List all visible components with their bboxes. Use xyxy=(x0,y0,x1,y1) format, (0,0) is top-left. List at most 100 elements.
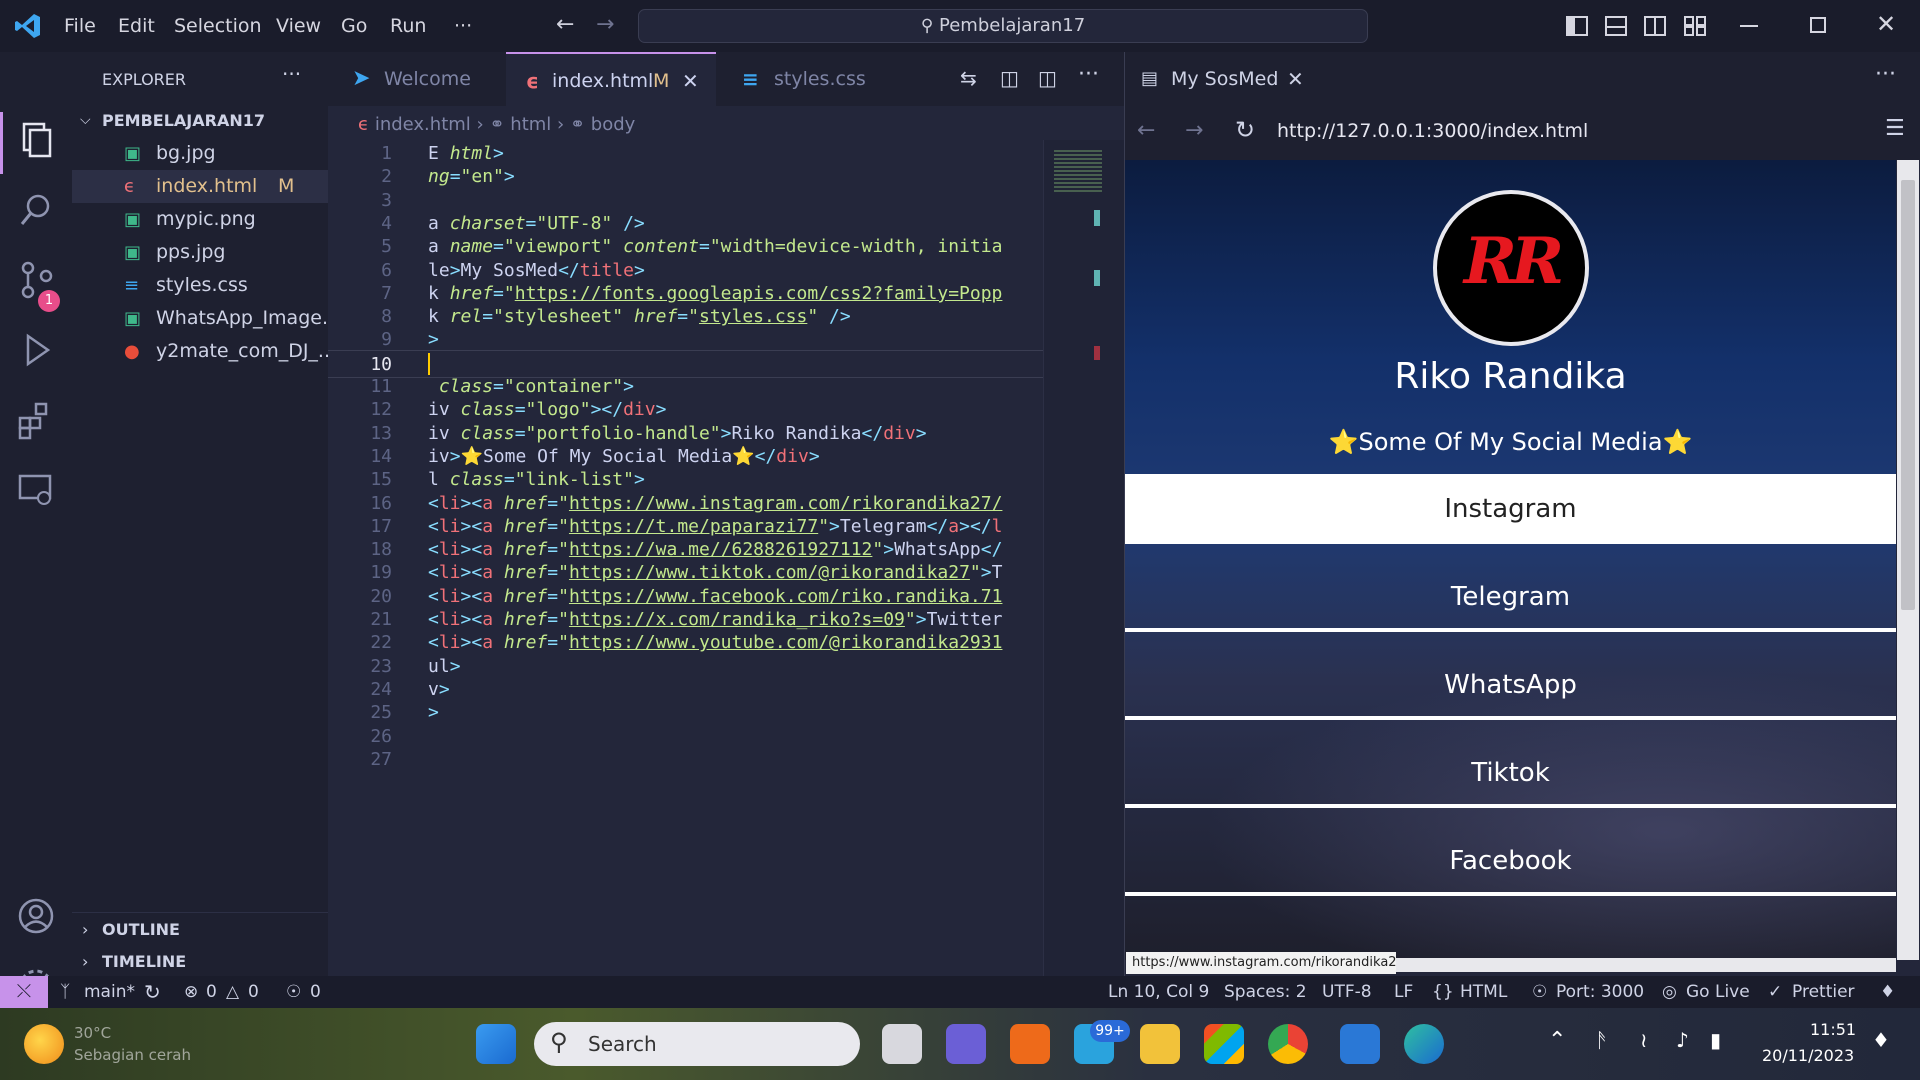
close-tab-icon[interactable]: ✕ xyxy=(682,54,699,108)
search-icon[interactable] xyxy=(14,188,58,232)
code-line[interactable]: 27 xyxy=(328,746,1043,774)
file-item[interactable]: ▣ pps.jpg xyxy=(72,236,328,269)
extensions-icon[interactable] xyxy=(14,398,58,442)
customize-layout-icon[interactable] xyxy=(1684,16,1706,36)
social-link-facebook[interactable]: Facebook xyxy=(1125,826,1896,896)
command-center[interactable]: ⚲ Pembelajaran17 xyxy=(638,9,1368,43)
go-live[interactable]: Go Live xyxy=(1686,976,1750,1008)
chrome-icon[interactable] xyxy=(1268,1024,1308,1064)
notifications-bell-icon[interactable]: ♦ xyxy=(1880,976,1895,1008)
cursor-position[interactable]: Ln 10, Col 9 xyxy=(1108,976,1209,1008)
taskbar-search[interactable]: ⚲ Search xyxy=(534,1022,860,1066)
task-view-icon[interactable] xyxy=(882,1024,922,1064)
address-bar[interactable]: http://127.0.0.1:3000/index.html xyxy=(1277,120,1588,142)
windows-start-icon[interactable] xyxy=(476,1024,516,1064)
file-name: pps.jpg xyxy=(156,241,226,263)
file-explorer-icon[interactable] xyxy=(1140,1024,1180,1064)
scrollbar-thumb[interactable] xyxy=(1901,180,1915,610)
social-link-tiktok[interactable]: Tiktok xyxy=(1125,738,1896,808)
reload-icon[interactable]: ↻ xyxy=(1235,116,1255,144)
clock-time[interactable]: 11:51 xyxy=(1810,1020,1856,1039)
file-item[interactable]: ● y2mate_com_DJ_... xyxy=(72,335,336,368)
remote-explorer-icon[interactable] xyxy=(14,468,58,512)
remote-indicator-icon[interactable]: ⤬ xyxy=(0,976,48,1008)
code-area[interactable]: 1E html> 2 ng="en"> 3 4 a charset="UTF-8" /> 5… xyxy=(328,140,1043,976)
file-item[interactable]: ▣ WhatsApp_Image... xyxy=(72,302,340,335)
maximize-icon[interactable] xyxy=(1810,17,1826,33)
tab-my-sosmed[interactable]: ▤ My SosMed ✕ xyxy=(1137,52,1313,106)
preview-scrollbar[interactable] xyxy=(1897,160,1919,960)
forward-arrow-icon[interactable]: → xyxy=(596,12,614,37)
browser-menu-icon[interactable]: ☰ xyxy=(1885,116,1905,141)
explorer-more-button[interactable]: ··· xyxy=(282,62,301,86)
menu-edit[interactable]: Edit xyxy=(118,0,155,52)
horizontal-scrollbar[interactable] xyxy=(1396,958,1896,972)
back-arrow-icon[interactable]: ← xyxy=(556,12,574,37)
file-item[interactable]: ▣ mypic.png xyxy=(72,203,328,236)
bluetooth-icon[interactable]: ᚫ xyxy=(1596,1028,1608,1052)
vscode-taskbar-icon[interactable] xyxy=(1340,1024,1380,1064)
social-link-telegram[interactable]: Telegram xyxy=(1125,562,1896,632)
back-arrow-icon[interactable]: ← xyxy=(1137,118,1155,143)
toggle-panel-icon[interactable] xyxy=(1605,16,1627,36)
tab-styles-css[interactable]: ≡ styles.css xyxy=(728,52,888,106)
line-ending[interactable]: LF xyxy=(1394,976,1413,1008)
tab-welcome[interactable]: ➤ Welcome xyxy=(338,52,488,106)
prettier[interactable]: Prettier xyxy=(1792,976,1855,1008)
sync-icon[interactable]: ↻ xyxy=(144,976,161,1008)
social-link-instagram[interactable]: Instagram xyxy=(1125,474,1896,544)
compare-changes-icon[interactable]: ⇆ xyxy=(960,66,977,90)
accounts-icon[interactable] xyxy=(14,894,58,938)
forward-arrow-icon[interactable]: → xyxy=(1185,118,1203,143)
branch-name[interactable]: main* xyxy=(84,976,135,1008)
modified-badge: M xyxy=(653,70,670,92)
social-link-whatsapp[interactable]: WhatsApp xyxy=(1125,650,1896,720)
ports-count[interactable]: 0 xyxy=(310,976,321,1008)
warnings-count[interactable]: 0 xyxy=(248,976,259,1008)
battery-icon[interactable]: ▮ xyxy=(1710,1028,1721,1052)
close-window-icon[interactable]: ✕ xyxy=(1876,10,1896,38)
chevron-up-icon[interactable]: ⌃ xyxy=(1548,1028,1566,1053)
xampp-icon[interactable] xyxy=(1010,1024,1050,1064)
clock-date[interactable]: 20/11/2023 xyxy=(1762,1046,1854,1065)
microsoft-store-icon[interactable] xyxy=(1204,1024,1244,1064)
menu-more[interactable]: ··· xyxy=(454,0,472,52)
menu-file[interactable]: File xyxy=(64,0,96,52)
toggle-secondary-sidebar-icon[interactable] xyxy=(1644,16,1666,36)
breadcrumb-html[interactable]: html xyxy=(510,114,551,135)
breadcrumb-body[interactable]: body xyxy=(591,114,636,135)
menu-view[interactable]: View xyxy=(276,0,321,52)
minimize-icon[interactable] xyxy=(1740,25,1758,27)
file-item[interactable]: ≡ styles.css xyxy=(72,269,328,302)
folder-header[interactable]: ⌵ PEMBELAJARAN17 xyxy=(72,104,328,137)
live-server-port[interactable]: Port: 3000 xyxy=(1556,976,1644,1008)
preview-more-icon[interactable]: ··· xyxy=(1875,62,1896,87)
tab-index-html[interactable]: ϵ index.html M ✕ xyxy=(506,52,716,106)
file-item[interactable]: ▣ bg.jpg xyxy=(72,137,328,170)
timeline-section[interactable]: › TIMELINE xyxy=(72,945,328,978)
wifi-icon[interactable]: ≀ xyxy=(1640,1028,1648,1052)
teams-chat-icon[interactable] xyxy=(946,1024,986,1064)
toggle-sidebar-icon[interactable] xyxy=(1566,16,1588,36)
menu-go[interactable]: Go xyxy=(341,0,367,52)
indentation[interactable]: Spaces: 2 xyxy=(1224,976,1307,1008)
file-item[interactable]: ϵ index.html M xyxy=(72,170,328,203)
encoding[interactable]: UTF-8 xyxy=(1322,976,1372,1008)
close-tab-icon[interactable]: ✕ xyxy=(1287,52,1304,106)
run-debug-icon[interactable] xyxy=(14,328,58,372)
minimap[interactable] xyxy=(1043,140,1124,976)
volume-icon[interactable]: ♪ xyxy=(1676,1028,1689,1052)
editor-more-icon[interactable]: ··· xyxy=(1078,62,1099,87)
outline-section[interactable]: › OUTLINE xyxy=(72,912,328,945)
menu-selection[interactable]: Selection xyxy=(174,0,262,52)
weather-icon[interactable] xyxy=(24,1024,64,1064)
open-preview-icon[interactable]: ◫ xyxy=(1000,66,1019,90)
language-mode[interactable]: HTML xyxy=(1460,976,1507,1008)
breadcrumb-file[interactable]: index.html xyxy=(375,114,471,135)
edge-icon[interactable] xyxy=(1404,1024,1444,1064)
menu-run[interactable]: Run xyxy=(390,0,426,52)
notification-center-icon[interactable]: ♦ xyxy=(1872,1028,1890,1052)
explorer-files-icon[interactable] xyxy=(14,118,58,162)
errors-count[interactable]: 0 xyxy=(206,976,217,1008)
split-editor-icon[interactable]: ◫ xyxy=(1038,66,1057,90)
